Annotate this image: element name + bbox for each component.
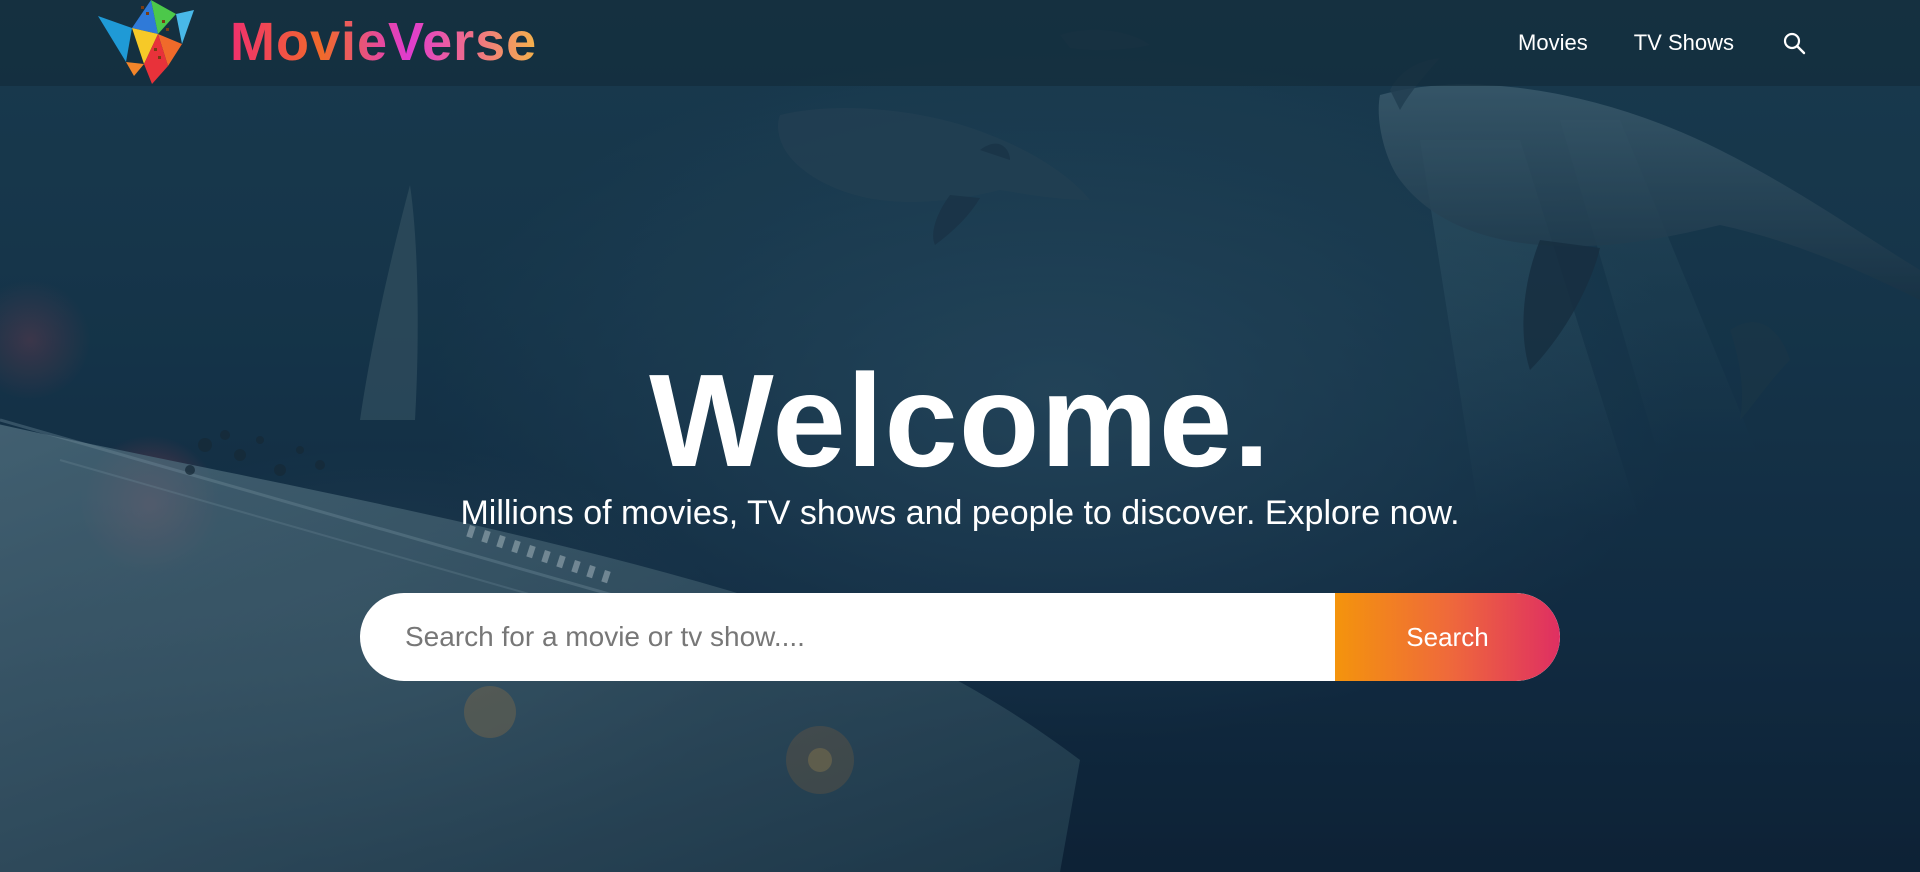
brand-name: MovieVerse [230, 12, 538, 72]
nav-link-tv-shows[interactable]: TV Shows [1634, 30, 1734, 56]
hero-title: Welcome. [649, 347, 1271, 494]
search-button[interactable]: Search [1335, 593, 1560, 681]
brand-logo-icon [98, 0, 194, 84]
hero-search-bar: Search [360, 593, 1560, 681]
top-navigation-bar: MovieVerse Movies TV Shows [0, 0, 1920, 86]
hero-subtitle: Millions of movies, TV shows and people … [460, 494, 1460, 532]
page: MovieVerse Movies TV Shows Welcome. Mill… [0, 0, 1920, 872]
brand-logo[interactable]: MovieVerse [96, 0, 537, 86]
search-icon [1783, 32, 1806, 55]
nav-link-movies[interactable]: Movies [1518, 30, 1588, 56]
hero-section: Welcome. Millions of movies, TV shows an… [0, 355, 1920, 534]
main-nav: Movies TV Shows [1472, 0, 1808, 86]
nav-search-button[interactable] [1780, 29, 1808, 57]
search-input[interactable] [360, 593, 1335, 681]
